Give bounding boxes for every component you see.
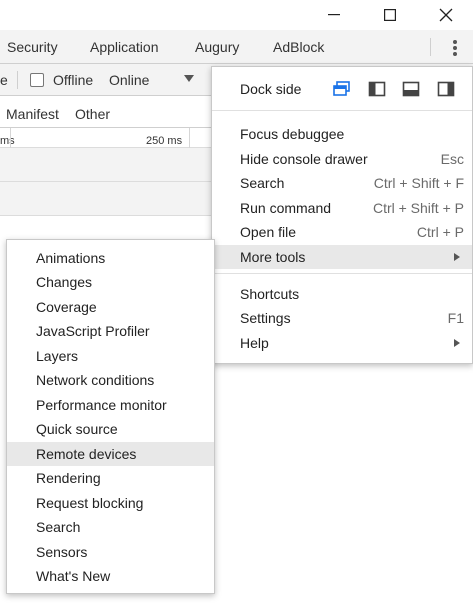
submenu-item-label: Rendering — [36, 470, 101, 486]
timeline-tick-label: 250 ms — [146, 135, 183, 147]
minimize-icon — [328, 14, 340, 16]
submenu-item-sensors[interactable]: Sensors — [7, 540, 214, 564]
submenu-item-remote-devices[interactable]: Remote devices — [7, 442, 214, 466]
timeline-gridline — [189, 128, 190, 148]
submenu-item-label: Remote devices — [36, 446, 137, 462]
submenu-item-search[interactable]: Search — [7, 515, 214, 539]
submenu-item-performance-monitor[interactable]: Performance monitor — [7, 393, 214, 417]
submenu-item-layers[interactable]: Layers — [7, 344, 214, 368]
tab-divider — [430, 38, 431, 56]
submenu-item-label: Layers — [36, 348, 79, 364]
dock-right-icon[interactable] — [437, 81, 455, 97]
tab-augury[interactable]: Augury — [195, 39, 239, 55]
menu-item-shortcut: Ctrl + Shift + F — [373, 175, 464, 191]
menu-item-label: More tools — [240, 249, 306, 265]
kebab-dot-icon — [453, 40, 457, 44]
submenu-item-changes[interactable]: Changes — [7, 270, 214, 294]
minimize-button[interactable] — [306, 0, 362, 30]
customize-menu-button[interactable] — [448, 38, 462, 58]
submenu-item-quick-source[interactable]: Quick source — [7, 417, 214, 441]
submenu-item-label: Request blocking — [36, 495, 144, 511]
submenu-item-coverage[interactable]: Coverage — [7, 295, 214, 319]
menu-item-focus-debuggee[interactable]: Focus debuggee — [212, 122, 472, 146]
menu-item-open-file[interactable]: Open file Ctrl + P — [212, 220, 472, 244]
submenu-item-animations[interactable]: Animations — [7, 246, 214, 270]
menu-item-settings[interactable]: Settings F1 — [212, 306, 472, 330]
menu-item-hide-console-drawer[interactable]: Hide console drawer Esc — [212, 147, 472, 171]
throttling-select[interactable]: Online — [109, 72, 149, 88]
devtools-tab-bar: Security Application Augury AdBlock — [0, 30, 473, 64]
timeline-tick-label: ms — [0, 135, 15, 147]
submenu-item-label: Changes — [36, 274, 93, 290]
offline-label: Offline — [53, 72, 94, 88]
dock-side-label: Dock side — [240, 81, 302, 97]
toolbar-divider — [17, 71, 18, 89]
filter-other[interactable]: Other — [75, 106, 110, 122]
dock-left-icon[interactable] — [368, 81, 386, 97]
menu-item-shortcuts[interactable]: Shortcuts — [212, 282, 472, 306]
preserve-log-partial-label: e — [0, 72, 8, 88]
timeline-gridline — [10, 128, 11, 148]
tab-adblock[interactable]: AdBlock — [273, 39, 324, 55]
menu-item-label: Run command — [240, 200, 332, 216]
menu-item-shortcut: Ctrl + P — [416, 224, 464, 240]
tab-security[interactable]: Security — [7, 39, 58, 55]
submenu-item-label: Performance monitor — [36, 397, 167, 413]
maximize-icon — [384, 9, 396, 21]
submenu-item-label: Sensors — [36, 544, 88, 560]
menu-item-shortcut: Esc — [440, 151, 464, 167]
menu-item-label: Hide console drawer — [240, 151, 368, 167]
menu-item-label: Shortcuts — [240, 286, 300, 302]
more-tools-submenu: Animations Changes Coverage JavaScript P… — [6, 239, 215, 594]
submenu-item-label: Quick source — [36, 421, 118, 437]
menu-item-help[interactable]: Help — [212, 331, 472, 355]
maximize-button[interactable] — [362, 0, 418, 30]
offline-checkbox[interactable] — [30, 73, 44, 87]
menu-separator — [212, 273, 472, 274]
submenu-item-rendering[interactable]: Rendering — [7, 466, 214, 490]
menu-item-more-tools[interactable]: More tools — [212, 245, 472, 269]
submenu-item-label: Coverage — [36, 299, 97, 315]
submenu-item-label: Search — [36, 519, 81, 535]
menu-item-shortcut: F1 — [447, 310, 464, 326]
submenu-item-javascript-profiler[interactable]: JavaScript Profiler — [7, 319, 214, 343]
submenu-arrow-icon — [454, 339, 460, 347]
chevron-down-icon[interactable] — [184, 75, 194, 82]
close-window-button[interactable] — [418, 0, 473, 30]
submenu-item-label: What's New — [36, 568, 111, 584]
filter-manifest[interactable]: Manifest — [6, 106, 59, 122]
menu-item-label: Search — [240, 175, 285, 191]
dock-bottom-icon[interactable] — [402, 81, 420, 97]
menu-item-run-command[interactable]: Run command Ctrl + Shift + P — [212, 196, 472, 220]
menu-item-label: Settings — [240, 310, 291, 326]
window-title-bar — [0, 0, 473, 30]
menu-item-label: Open file — [240, 224, 297, 240]
submenu-item-label: JavaScript Profiler — [36, 323, 150, 339]
menu-item-search[interactable]: Search Ctrl + Shift + F — [212, 171, 472, 195]
menu-item-shortcut: Ctrl + Shift + P — [372, 200, 464, 216]
submenu-item-request-blocking[interactable]: Request blocking — [7, 491, 214, 515]
devtools-main-menu: Dock side Focus debuggee Hide console dr… — [211, 66, 473, 364]
close-icon — [439, 8, 453, 22]
submenu-item-network-conditions[interactable]: Network conditions — [7, 368, 214, 392]
menu-separator — [212, 110, 472, 111]
submenu-item-whats-new[interactable]: What's New — [7, 564, 214, 588]
kebab-dot-icon — [453, 52, 457, 56]
submenu-arrow-icon — [454, 253, 460, 261]
submenu-item-label: Network conditions — [36, 372, 155, 388]
submenu-item-label: Animations — [36, 250, 106, 266]
tab-application[interactable]: Application — [90, 39, 159, 55]
undock-icon[interactable] — [333, 81, 351, 97]
kebab-dot-icon — [453, 46, 457, 50]
menu-item-label: Focus debuggee — [240, 126, 345, 142]
menu-item-label: Help — [240, 335, 269, 351]
